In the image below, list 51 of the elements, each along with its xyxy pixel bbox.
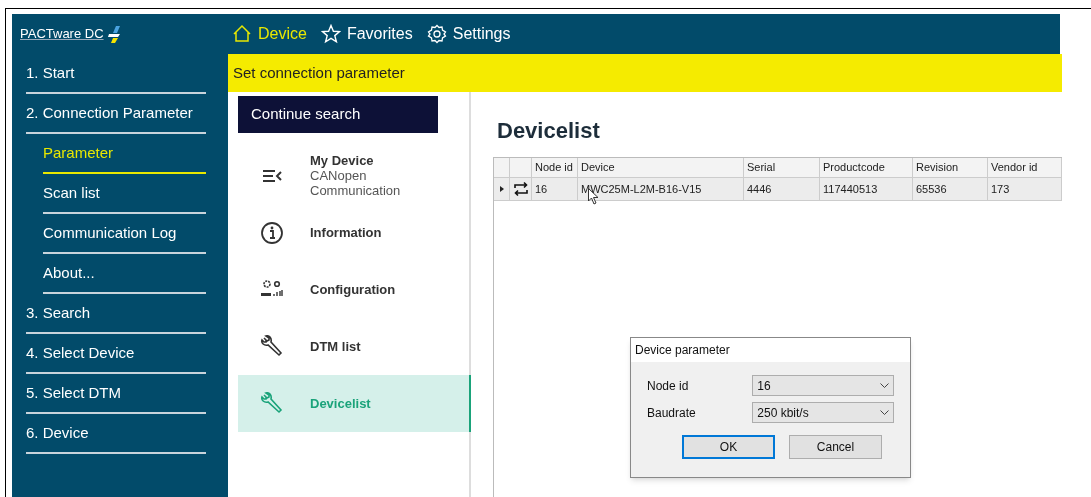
dialog-button[interactable]: Cancel	[789, 435, 882, 459]
dialog-button[interactable]: OK	[682, 435, 775, 459]
row-pointer-icon	[499, 186, 504, 192]
sidebar-item[interactable]: 3. Search	[26, 294, 206, 332]
column-header[interactable]: Revision	[913, 158, 988, 177]
column-header[interactable]: Node id	[532, 158, 578, 177]
nav-tab[interactable]: Favorites	[320, 22, 413, 46]
swap-icon	[512, 181, 529, 197]
sidebar-item[interactable]: Communication Log	[43, 214, 206, 252]
nav-tab[interactable]: Settings	[426, 22, 511, 46]
table-cell: 173	[988, 178, 1062, 200]
home-icon	[232, 24, 252, 44]
column-header[interactable]: Vendor id	[988, 158, 1062, 177]
field-label: Baudrate	[647, 404, 697, 422]
chevron-icon	[880, 410, 889, 415]
column-header[interactable]: Device	[578, 158, 744, 177]
dropdown[interactable]: 16	[752, 375, 894, 396]
banner: Set connection parameter	[228, 54, 1062, 92]
settings-icon	[426, 24, 447, 44]
field-label: Node id	[647, 377, 690, 395]
logo-icon	[107, 25, 122, 43]
sidebar-item[interactable]: 5. Select DTM	[26, 374, 206, 412]
sidebar-item[interactable]: 4. Select Device	[26, 334, 206, 372]
sidebar-item[interactable]: Parameter	[43, 134, 206, 172]
sidebar-item[interactable]: 2. Connection Parameter	[26, 94, 206, 132]
chevron-icon	[880, 383, 889, 388]
wrench-icon	[260, 391, 284, 416]
table-cell: 65536	[913, 178, 988, 200]
dialog-title: Device parameter	[631, 338, 910, 362]
nav-list-item[interactable]: My Device CANopen Communication	[238, 147, 471, 204]
sidebar-item[interactable]: 6. Device	[26, 414, 206, 452]
column-header[interactable]: Productcode	[820, 158, 913, 177]
column-header[interactable]: Serial	[744, 158, 820, 177]
continue-search-button[interactable]: Continue search	[238, 96, 438, 133]
page-heading: Devicelist	[496, 117, 601, 142]
wrench-icon	[260, 334, 284, 359]
nav-tab[interactable]: Device	[232, 22, 307, 46]
table-cell: 117440513	[820, 178, 913, 200]
sidebar-item[interactable]: Scan list	[43, 174, 206, 212]
sidebar-item[interactable]: About...	[43, 254, 206, 292]
sidebar-item[interactable]: 1. Start	[26, 54, 206, 92]
info-icon	[260, 220, 284, 245]
logo-text: PACTware DC	[20, 25, 104, 44]
nav-list-item[interactable]: Configuration	[238, 261, 471, 318]
dropdown[interactable]: 250 kbit/s	[752, 402, 894, 423]
nav-list-item[interactable]: Information	[238, 204, 471, 261]
table-cell: MWC25M-L2M-B16-V15	[578, 178, 744, 200]
table-cell: 16	[532, 178, 578, 200]
star-icon	[320, 24, 341, 44]
nav-list-item[interactable]: DTM list	[238, 318, 471, 375]
table-cell: 4446	[744, 178, 820, 200]
